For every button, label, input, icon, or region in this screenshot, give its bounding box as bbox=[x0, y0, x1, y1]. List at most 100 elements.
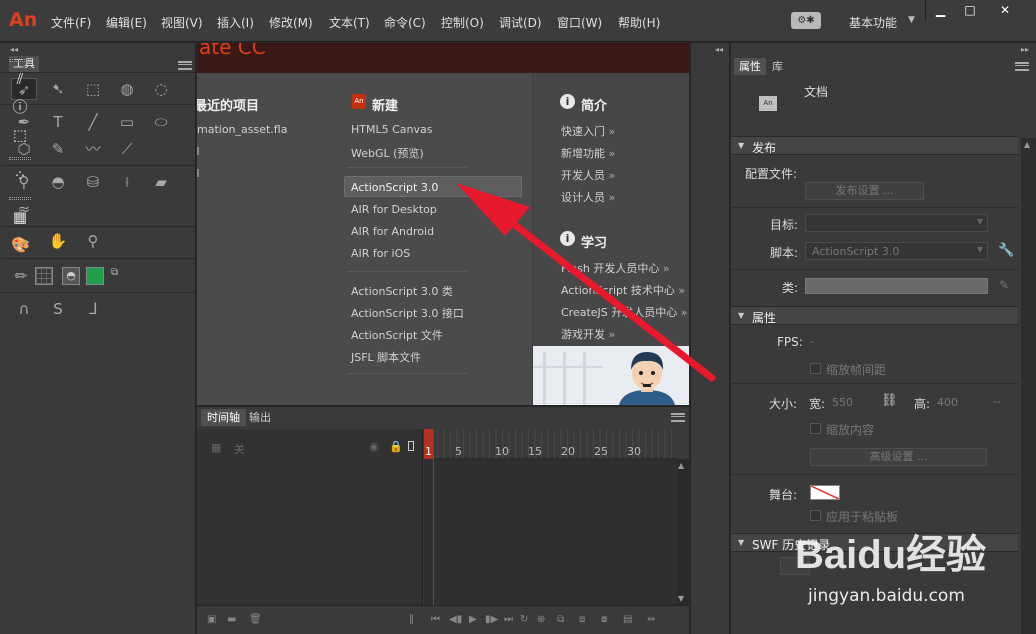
workspace-gear-icon[interactable]: ⚙✱ bbox=[791, 12, 821, 29]
menu-file[interactable]: 文件(F) bbox=[51, 14, 91, 31]
menu-commands[interactable]: 命令(C) bbox=[384, 14, 426, 31]
oval-tool-icon[interactable]: ⬭ bbox=[148, 111, 174, 133]
grip-handle[interactable] bbox=[9, 197, 31, 200]
3d-rotation-tool-icon[interactable]: ◍ bbox=[114, 78, 140, 100]
smooth-icon[interactable]: S bbox=[45, 298, 71, 320]
panel-menu-icon[interactable] bbox=[1015, 62, 1029, 71]
new-as3-class[interactable]: ActionScript 3.0 类 bbox=[351, 283, 453, 299]
subselection-tool-icon[interactable]: ➷ bbox=[45, 78, 71, 100]
properties-scrollbar[interactable] bbox=[1021, 138, 1036, 634]
new-layer-icon[interactable]: ▣ bbox=[207, 614, 216, 625]
swap-colors-icon[interactable]: ⧉ bbox=[111, 267, 118, 278]
grip-handle[interactable] bbox=[9, 59, 31, 62]
loop-icon[interactable]: ↻ bbox=[520, 614, 528, 625]
collapse-icon[interactable]: ▸▸ bbox=[1021, 45, 1029, 54]
panel-menu-icon[interactable] bbox=[671, 413, 685, 422]
menu-debug[interactable]: 调试(D) bbox=[499, 14, 542, 31]
link-icon[interactable]: ⛓ bbox=[881, 393, 898, 408]
outline-icon[interactable] bbox=[408, 441, 414, 451]
brush-tool-icon[interactable]: 〰 bbox=[80, 138, 106, 160]
eye-icon[interactable]: ◉ bbox=[369, 440, 379, 453]
pencil-tool-icon[interactable]: ✎ bbox=[45, 138, 71, 160]
play-icon[interactable]: ▶ bbox=[469, 614, 477, 625]
class-input[interactable] bbox=[805, 278, 988, 294]
menu-text[interactable]: 文本(T) bbox=[329, 14, 370, 31]
onion-skin-icon[interactable]: ⧉ bbox=[557, 614, 564, 625]
learn-game-dev[interactable]: 游戏开发 » bbox=[561, 326, 615, 342]
snap-magnet-icon[interactable]: ∩ bbox=[11, 298, 37, 320]
lasso-tool-icon[interactable]: ◌ bbox=[148, 78, 174, 100]
free-transform-tool-icon[interactable]: ⬚ bbox=[80, 78, 106, 100]
new-air-ios[interactable]: AIR for iOS bbox=[351, 247, 410, 260]
lock-icon[interactable]: 🔒 bbox=[389, 440, 403, 453]
grip-handle[interactable] bbox=[9, 157, 31, 160]
intro-designers[interactable]: 设计人员 » bbox=[561, 189, 615, 205]
swatches-panel-icon[interactable]: ▦ bbox=[11, 208, 29, 226]
eyedropper-tool-icon[interactable]: ⟊ bbox=[114, 171, 140, 193]
width-value[interactable]: 550 bbox=[832, 396, 853, 409]
next-frame-icon[interactable]: ▮▶ bbox=[485, 614, 498, 625]
stroke-color-pencil-icon[interactable]: ✏ bbox=[8, 265, 34, 287]
resize-handle-icon[interactable]: ‖ bbox=[409, 614, 414, 625]
new-folder-icon[interactable]: ▬ bbox=[227, 614, 236, 625]
publish-section-header[interactable]: ▼ 发布 bbox=[731, 136, 1018, 155]
menu-window[interactable]: 窗口(W) bbox=[557, 14, 602, 31]
modify-markers-icon[interactable]: ▤ bbox=[623, 614, 632, 625]
height-value[interactable]: 400 bbox=[937, 396, 958, 409]
scale-content-checkbox[interactable] bbox=[810, 423, 821, 434]
stage-color-swatch[interactable] bbox=[810, 485, 840, 500]
menu-modify[interactable]: 修改(M) bbox=[269, 14, 313, 31]
onion-outline-icon[interactable]: ⧈ bbox=[579, 614, 585, 625]
ink-bottle-tool-icon[interactable]: ⛁ bbox=[80, 171, 106, 193]
intro-developers[interactable]: 开发人员 » bbox=[561, 167, 615, 183]
close-button[interactable]: ✕ bbox=[985, 0, 1025, 22]
learn-as-tech-center[interactable]: ActionScript 技术中心 » bbox=[561, 282, 685, 298]
apply-pasteboard-checkbox[interactable] bbox=[810, 510, 821, 521]
menu-view[interactable]: 视图(V) bbox=[161, 14, 203, 31]
new-as3-interface[interactable]: ActionScript 3.0 接口 bbox=[351, 305, 464, 321]
advanced-settings-button[interactable]: 高级设置 ... bbox=[810, 448, 987, 466]
color-panel-icon[interactable]: 🎨 bbox=[11, 236, 30, 254]
new-air-android[interactable]: AIR for Android bbox=[351, 225, 434, 238]
script-select[interactable]: ActionScript 3.0 ▼ bbox=[805, 242, 988, 260]
rectangle-tool-icon[interactable]: ▭ bbox=[114, 111, 140, 133]
new-jsfl-file[interactable]: JSFL 脚本文件 bbox=[351, 349, 421, 365]
last-frame-icon[interactable]: ⏭ bbox=[504, 614, 513, 625]
menu-edit[interactable]: 编辑(E) bbox=[106, 14, 147, 31]
scroll-up-icon[interactable]: ▲ bbox=[1024, 140, 1030, 149]
paint-bucket-tool-icon[interactable]: ◓ bbox=[45, 171, 71, 193]
frame-options-icon[interactable]: ⇔ bbox=[647, 614, 655, 625]
collapse-icon[interactable]: ◂◂ bbox=[715, 45, 723, 54]
delete-layer-icon[interactable]: 🗑 bbox=[249, 614, 262, 625]
target-select[interactable]: ▼ bbox=[805, 214, 988, 232]
fps-value[interactable]: - bbox=[810, 335, 814, 348]
tab-output[interactable]: 输出 bbox=[243, 409, 277, 426]
motion-presets-icon[interactable]: ⁘ bbox=[11, 167, 29, 185]
new-as-file[interactable]: ActionScript 文件 bbox=[351, 327, 443, 343]
tab-timeline[interactable]: 时间轴 bbox=[201, 409, 246, 426]
collapse-icon[interactable]: ◂◂ bbox=[10, 45, 18, 54]
menu-help[interactable]: 帮助(H) bbox=[618, 14, 660, 31]
new-html5-canvas[interactable]: HTML5 Canvas bbox=[351, 123, 432, 136]
promo-banner[interactable] bbox=[533, 346, 689, 405]
zoom-tool-icon[interactable]: ⚲ bbox=[80, 230, 106, 252]
scroll-up-icon[interactable]: ▲ bbox=[678, 461, 684, 470]
eraser-tool-icon[interactable]: ▰ bbox=[148, 171, 174, 193]
align-panel-icon[interactable]: ⫽ bbox=[11, 70, 29, 88]
units-select[interactable]: -- bbox=[993, 395, 1001, 408]
text-tool-icon[interactable]: T bbox=[45, 111, 71, 133]
recent-file-link[interactable]: mation_asset.fla bbox=[197, 123, 287, 136]
minimize-button[interactable]: ▁ bbox=[925, 0, 955, 22]
fill-color-swatch[interactable] bbox=[86, 267, 104, 285]
menu-control[interactable]: 控制(O) bbox=[441, 14, 484, 31]
fill-color-bucket-icon[interactable]: ◓ bbox=[62, 267, 80, 285]
new-actionscript-3[interactable]: ActionScript 3.0 bbox=[351, 181, 438, 194]
scale-interval-checkbox[interactable] bbox=[810, 363, 821, 374]
stroke-color-swatch[interactable] bbox=[35, 267, 53, 285]
maximize-button[interactable]: □ bbox=[955, 0, 985, 22]
first-frame-icon[interactable]: ⏮ bbox=[431, 614, 440, 625]
hand-tool-icon[interactable]: ✋ bbox=[45, 230, 71, 252]
new-air-desktop[interactable]: AIR for Desktop bbox=[351, 203, 437, 216]
layer-name[interactable]: 关 bbox=[234, 441, 245, 457]
new-webgl[interactable]: WebGL (预览) bbox=[351, 145, 424, 161]
